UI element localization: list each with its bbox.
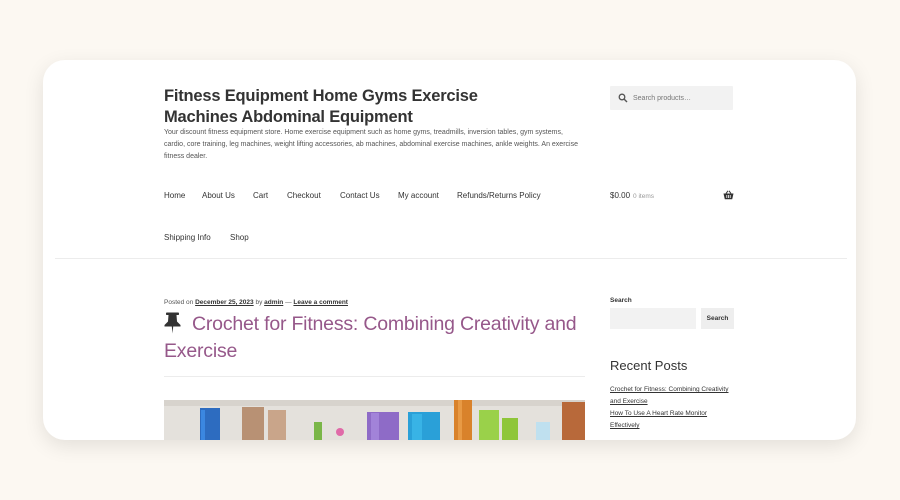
browser-page: Fitness Equipment Home Gyms Exercise Mac…	[43, 60, 856, 440]
cart-count: 0 items	[633, 193, 654, 200]
sidebar-search-button[interactable]: Search	[701, 308, 734, 329]
recent-post-link[interactable]: Crochet for Fitness: Combining Creativit…	[610, 384, 735, 408]
post-title-divider	[164, 376, 585, 377]
sidebar-search-input[interactable]	[610, 308, 696, 329]
nav-item-shipping-info[interactable]: Shipping Info	[164, 233, 211, 242]
search-placeholder: Search products…	[633, 94, 691, 102]
nav-item-shop[interactable]: Shop	[230, 233, 249, 242]
post-date-link[interactable]: December 25, 2023	[195, 299, 254, 306]
posted-on-label: Posted on	[164, 299, 194, 306]
recent-post-link[interactable]: How To Use A Heart Rate Monitor Effectiv…	[610, 408, 735, 432]
post-meta: Posted on December 25, 2023 by admin — L…	[164, 299, 348, 306]
nav-item-cart[interactable]: Cart	[253, 191, 268, 200]
basket-icon[interactable]	[723, 190, 734, 200]
nav-item-about-us[interactable]: About Us	[202, 191, 235, 200]
cart-summary[interactable]: $0.00 0 items	[610, 191, 654, 200]
nav-item-my-account[interactable]: My account	[398, 191, 439, 200]
leave-comment-link[interactable]: Leave a comment	[293, 299, 348, 306]
product-search-input[interactable]: Search products…	[610, 86, 733, 110]
crochet-yarn-image	[164, 400, 585, 440]
recent-posts-heading: Recent Posts	[610, 358, 688, 373]
post-title[interactable]: Crochet for Fitness: Combining Creativit…	[164, 311, 589, 365]
nav-item-home[interactable]: Home	[164, 191, 185, 200]
search-icon	[618, 93, 628, 103]
recent-posts-list: Crochet for Fitness: Combining Creativit…	[610, 384, 735, 432]
site-title[interactable]: Fitness Equipment Home Gyms Exercise Mac…	[164, 86, 544, 128]
site-description: Your discount fitness equipment store. H…	[164, 129, 578, 161]
nav-item-contact-us[interactable]: Contact Us	[340, 191, 380, 200]
sidebar-search-label: Search	[610, 297, 632, 304]
meta-separator: —	[285, 299, 292, 306]
cart-amount: $0.00	[610, 191, 631, 200]
by-label: by	[255, 299, 263, 306]
nav-item-refunds-policy[interactable]: Refunds/Returns Policy	[457, 191, 541, 200]
author-link[interactable]: admin	[264, 299, 283, 306]
nav-item-checkout[interactable]: Checkout	[287, 191, 321, 200]
header-divider	[55, 258, 847, 259]
post-featured-image[interactable]	[164, 400, 585, 440]
